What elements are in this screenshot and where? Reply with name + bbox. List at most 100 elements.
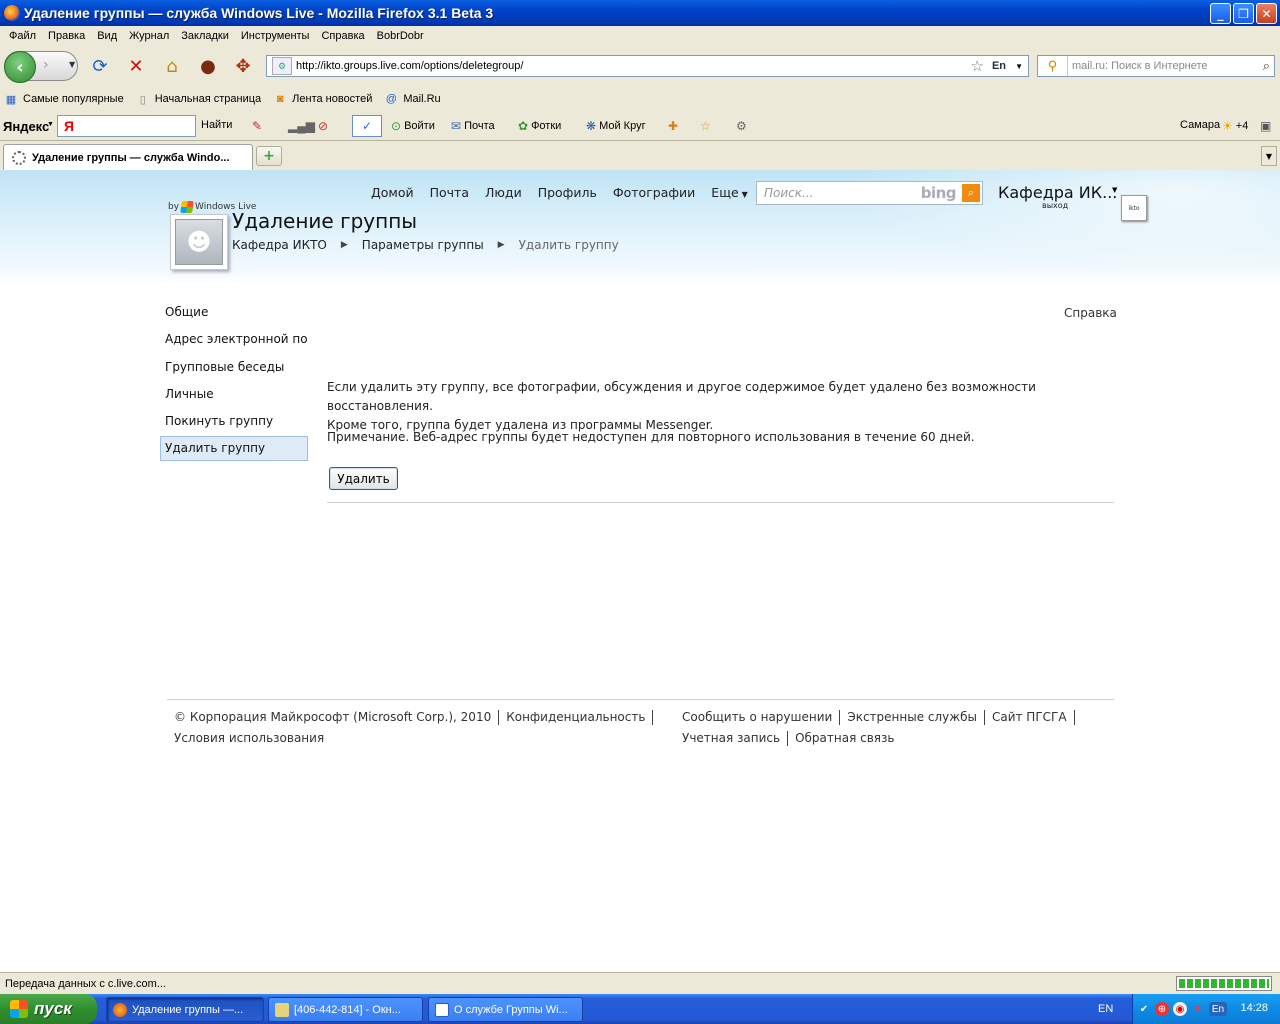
nav-people[interactable]: Люди [485,185,522,200]
web-search-box[interactable]: ⚲ mail.ru: Поиск в Интернете ⌕ [1037,55,1275,77]
emergency-services-link[interactable]: Экстренные службы [847,710,977,724]
site-identity-icon[interactable]: ⚙ [272,57,292,75]
menu-help[interactable]: Справка [315,30,370,42]
sidebar-item-delete-group[interactable]: Удалить группу [160,436,308,462]
window-title-bar[interactable]: Удаление группы — служба Windows Live - … [0,0,1280,26]
url-dropdown-icon[interactable]: ▼ [1015,62,1023,71]
loading-spinner-icon [12,150,26,165]
home-icon[interactable]: ⌂ [162,56,182,77]
app-k-icon[interactable]: K [1191,1002,1205,1016]
nav-photos[interactable]: Фотографии [613,185,695,200]
back-button[interactable]: ‹ [4,51,36,83]
bookmark-mailru[interactable]: @ Mail.Ru [380,92,441,106]
menu-file[interactable]: Файл [3,30,42,42]
user-avatar[interactable]: ikto [1121,195,1147,221]
settings-gear-icon[interactable]: ⚙ [736,119,747,133]
menu-bobrdobr[interactable]: BobrDobr [371,30,430,42]
nav-home[interactable]: Домой [371,185,414,200]
yandex-toolbar: Яндекс ▼ Я Найти ✎ ▂▄▆ ⊘ ✓ ⊙ Войти ✉ Почта… [0,112,1280,140]
bookmark-add-icon[interactable]: ✚ [668,119,678,133]
address-bar[interactable]: ⚙ http://ikto.groups.live.com/options/de… [266,55,1029,77]
tab-list-dropdown-icon[interactable]: ▼ [1261,146,1277,166]
live-search-placeholder[interactable]: Поиск... [764,186,813,200]
yandex-mail-button[interactable]: ✉ Почта [451,119,495,133]
new-tab-button[interactable]: + [256,146,282,166]
menu-history[interactable]: Журнал [123,30,175,42]
spam-icon[interactable]: ⊘ [318,119,328,133]
page-title: Удаление группы [232,209,418,233]
messenger-icon[interactable]: ◉ [1173,1002,1187,1016]
yandex-logo[interactable]: Яндекс [3,119,49,134]
breadcrumb-settings[interactable]: Параметры группы [362,238,484,252]
nav-mail[interactable]: Почта [430,185,469,200]
windows-taskbar: пуск Удаление группы —... [406-442-814] … [0,994,1280,1024]
terms-link[interactable]: Условия использования [174,731,324,745]
bookmark-star-icon[interactable]: ☆ [971,57,984,75]
bookmark-label: Самые популярные [23,93,124,105]
account-link[interactable]: Учетная запись [682,731,780,745]
paw-icon[interactable]: ✥ [233,56,253,77]
bookmark-most-visited[interactable]: ▦ Самые популярные [0,92,124,106]
reload-icon[interactable]: ⟳ [90,56,110,77]
nav-profile[interactable]: Профиль [538,185,597,200]
minimize-button[interactable]: _ [1210,3,1231,24]
menu-edit[interactable]: Правка [42,30,91,42]
sidebar-item-email[interactable]: Адрес электронной почт [160,327,308,352]
pgsga-site-link[interactable]: Сайт ПГСГА [992,710,1067,724]
antivirus-icon[interactable]: ⊕ [1155,1002,1169,1016]
close-button[interactable]: ✕ [1256,3,1277,24]
taskbar-item-firefox[interactable]: Удаление группы —... [106,997,264,1022]
start-button[interactable]: пуск [0,994,97,1024]
search-placeholder[interactable]: mail.ru: Поиск в Интернете [1068,60,1208,72]
history-dropdown[interactable]: ▼ [69,60,75,69]
weather-temp[interactable]: ☀ +4 [1222,119,1248,133]
yandex-photos-button[interactable]: ✿ Фотки [518,119,561,133]
url-text[interactable]: http://ikto.groups.live.com/options/dele… [296,60,523,72]
report-abuse-link[interactable]: Сообщить о нарушении [682,710,832,724]
taskbar-item-groups-doc[interactable]: О службе Группы Wi... [428,997,583,1022]
tab-delete-group[interactable]: Удаление группы — служба Windo... [3,144,253,170]
delete-button[interactable]: Удалить [329,467,398,490]
help-link[interactable]: Справка [1064,306,1117,320]
bookmark-home-page[interactable]: ▯ Начальная страница [132,92,261,106]
sidebar-item-personal[interactable]: Личные [160,382,308,407]
bobrdobr-icon[interactable]: ● [198,56,218,77]
weather-city[interactable]: Самара [1180,119,1220,131]
yandex-login-button[interactable]: ⊙ Войти [391,119,435,133]
yandex-search-input[interactable]: Я [57,115,196,137]
menu-view[interactable]: Вид [91,30,123,42]
search-engine-icon[interactable]: ⚲ [1038,56,1068,76]
highlight-icon[interactable]: ✎ [252,119,262,133]
nav-more[interactable]: Еще ▼ [711,185,748,200]
language-indicator[interactable]: EN [1098,1003,1113,1015]
signout-link[interactable]: выход [1042,201,1068,210]
stop-icon[interactable]: ✕ [126,56,146,77]
yandex-logo-dropdown-icon[interactable]: ▼ [47,121,54,128]
breadcrumb: Кафедра ИКТО ▶ Параметры группы ▶ Удалит… [232,238,619,252]
search-icon[interactable]: ⌕ [1263,58,1270,74]
tv-icon[interactable]: ▣ [1260,119,1271,133]
user-name[interactable]: Кафедра ИК... [998,183,1117,202]
menu-bookmarks[interactable]: Закладки [175,30,235,42]
breadcrumb-group[interactable]: Кафедра ИКТО [232,238,327,252]
spellcheck-icon[interactable]: ✓ [352,115,382,137]
search-icon[interactable]: ⌕ [962,184,980,202]
privacy-link[interactable]: Конфиденциальность [506,710,645,724]
user-menu-chevron-icon[interactable]: ▼ [1112,186,1117,194]
yandex-circle-button[interactable]: ❋ Мой Круг [586,119,646,133]
sidebar-item-group-chat[interactable]: Групповые беседы [160,355,308,380]
tray-language[interactable]: En [1209,1002,1227,1016]
live-search-input[interactable]: Поиск... bing ⌕ [756,181,983,205]
maximize-button[interactable]: ❐ [1233,3,1254,24]
forward-button[interactable]: › [43,57,49,73]
feedback-link[interactable]: Обратная связь [795,731,894,745]
sidebar-item-leave-group[interactable]: Покинуть группу [160,409,308,434]
network-icon[interactable]: ✔ [1137,1002,1151,1016]
signal-icon[interactable]: ▂▄▆ [288,119,315,133]
sidebar-item-general[interactable]: Общие [160,300,308,325]
menu-tools[interactable]: Инструменты [235,30,316,42]
favorites-star-icon[interactable]: ☆ [700,119,711,133]
yandex-find-button[interactable]: Найти [201,119,232,131]
bookmark-news-feed[interactable]: ◙ Лента новостей [269,92,373,106]
taskbar-item-chat-window[interactable]: [406-442-814] - Окн... [268,997,423,1022]
